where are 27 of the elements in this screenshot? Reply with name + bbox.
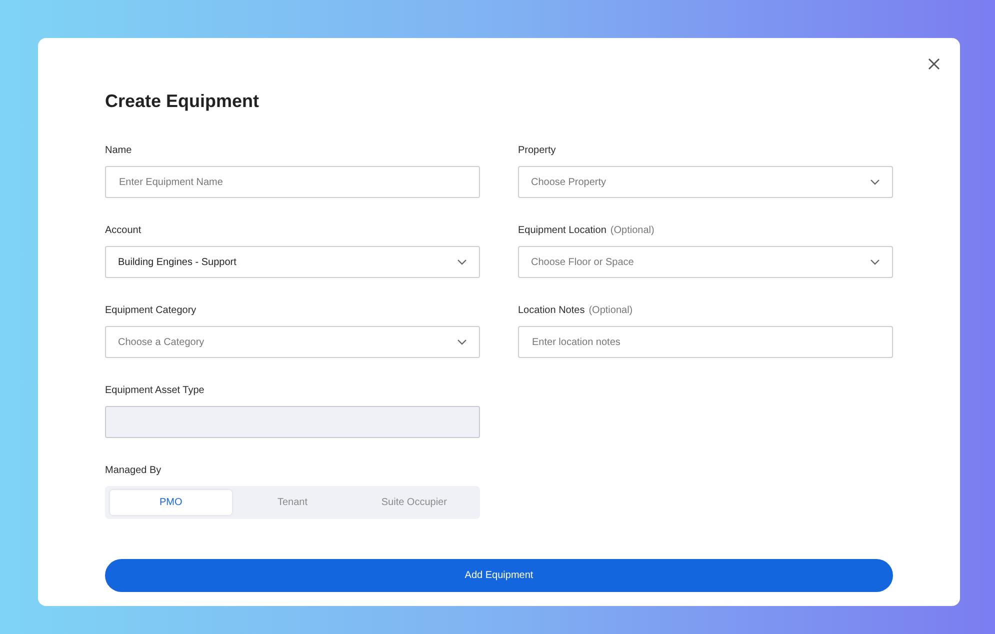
chevron-down-icon	[457, 339, 467, 345]
select-field[interactable]: Choose Property	[518, 166, 893, 198]
field-label: Managed By	[105, 464, 162, 476]
field-label: Account	[105, 224, 142, 236]
segment-option[interactable]: PMO	[110, 490, 232, 515]
optional-note: (Optional)	[610, 224, 654, 236]
optional-note: (Optional)	[588, 304, 633, 316]
field-label: Equipment Location	[518, 224, 606, 236]
segment-option[interactable]: Suite Occupier	[353, 490, 475, 515]
chevron-down-icon	[870, 179, 880, 185]
field-label: Equipment Category	[105, 304, 196, 316]
field-label: Location Notes	[518, 304, 585, 316]
select-field[interactable]: Choose Floor or Space	[518, 246, 893, 278]
text-field[interactable]: Enter Equipment Name	[105, 166, 480, 198]
field-label: Equipment Asset Type	[105, 384, 204, 396]
field-label: Property	[518, 144, 556, 156]
close-button[interactable]	[926, 56, 942, 72]
select-field[interactable]: Building Engines - Support	[105, 246, 480, 278]
close-icon	[926, 56, 942, 72]
dialog-title: Create Equipment	[105, 90, 260, 112]
field-label: Name	[105, 144, 132, 156]
text-field[interactable]: Enter location notes	[518, 326, 893, 358]
segment-option[interactable]: Tenant	[232, 490, 354, 515]
add-equipment-button[interactable]: Add Equipment	[105, 559, 893, 592]
select-field[interactable]: Choose a Category	[105, 326, 480, 358]
chevron-down-icon	[870, 259, 880, 265]
chevron-down-icon	[457, 259, 467, 265]
